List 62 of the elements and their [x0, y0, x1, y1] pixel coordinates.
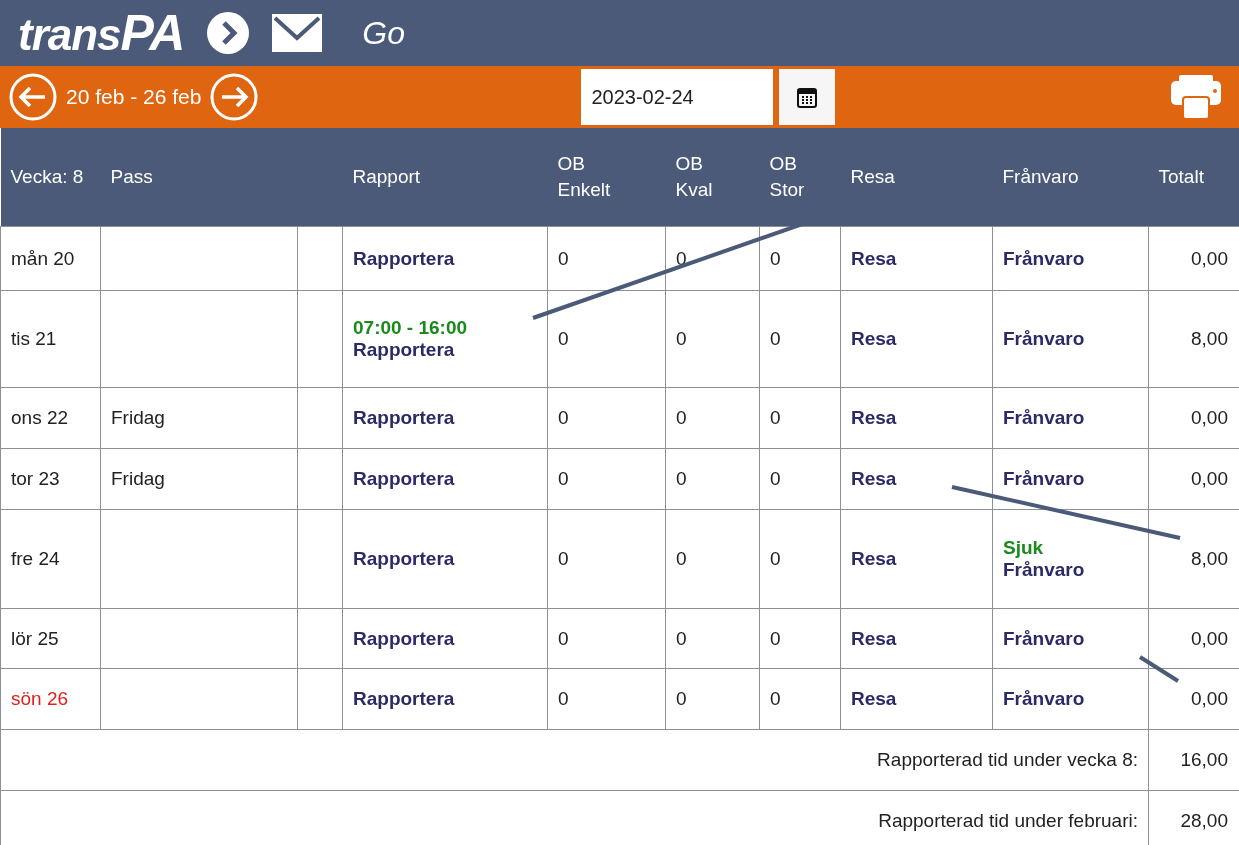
column-header: OB Kval: [675, 153, 713, 200]
table-cell: 0: [547, 448, 666, 510]
report-time: 07:00 - 16:00: [353, 317, 469, 339]
summary-label: Rapporterad tid under vecka 8:: [0, 729, 1149, 791]
column-header: Totalt: [1158, 166, 1204, 188]
report-link[interactable]: Rapportera: [353, 339, 537, 361]
arrow-circle-icon[interactable]: [206, 11, 251, 55]
table-cell: 0: [665, 290, 760, 388]
summary-label: Rapporterad tid under februari:: [0, 790, 1149, 845]
column-header: Pass: [110, 166, 153, 188]
table-cell: 0: [547, 226, 666, 291]
table-cell: Fridag: [100, 448, 298, 510]
table-cell: 0: [665, 509, 760, 609]
table-cell: 0: [665, 668, 760, 730]
logo: transPA: [18, 8, 185, 58]
table-cell: 0: [759, 668, 841, 730]
absence-link[interactable]: Frånvaro: [1003, 559, 1138, 581]
table-cell: 0: [547, 509, 666, 609]
table-cell: 0: [759, 226, 841, 291]
table-cell: 0: [759, 509, 841, 609]
week-range: 20 feb - 26 feb: [66, 85, 202, 109]
leader-line: [1138, 655, 1180, 683]
report-link[interactable]: Rapportera: [353, 548, 537, 570]
day-cell: fre 24: [0, 509, 101, 609]
table-cell: Fridag: [100, 387, 298, 449]
table-cell: 0: [759, 290, 841, 388]
column-header: Rapport: [352, 166, 421, 188]
day-cell: sön 26: [0, 668, 101, 730]
previous-week-button[interactable]: [8, 72, 58, 122]
mail-icon[interactable]: [272, 14, 323, 52]
calendar-icon: [797, 86, 818, 108]
column-header: OB Stor: [769, 153, 805, 200]
table-cell: 0: [665, 448, 760, 510]
total-cell: 0,00: [1148, 226, 1239, 291]
table-cell: 0: [547, 608, 666, 669]
absence-link[interactable]: Frånvaro: [1003, 328, 1138, 350]
table-cell: 0: [759, 387, 841, 449]
day-cell: ons 22: [0, 387, 101, 449]
table-cell: 0: [759, 608, 841, 669]
calendar-button[interactable]: [779, 69, 836, 125]
table-cell: 0: [547, 387, 666, 449]
date-field[interactable]: 2023-02-24: [581, 69, 774, 125]
next-week-button[interactable]: [209, 72, 260, 122]
day-cell: lör 25: [0, 608, 101, 669]
travel-link[interactable]: Resa: [851, 548, 982, 570]
day-cell: mån 20: [0, 226, 101, 291]
table-cell: 0: [547, 290, 666, 388]
column-header: Vecka: 8: [10, 166, 84, 188]
go-link[interactable]: Go: [362, 14, 406, 52]
column-header: Resa: [850, 166, 895, 188]
day-cell: tor 23: [0, 448, 101, 510]
column-header: Frånvaro: [1002, 166, 1079, 188]
column-header: OB Enkelt: [557, 153, 611, 200]
table-cell: 0: [759, 448, 841, 510]
printer-icon[interactable]: [1171, 75, 1221, 119]
travel-link[interactable]: Resa: [851, 328, 982, 350]
absence-status: Sjuk: [1003, 537, 1045, 559]
table-cell: 0: [547, 668, 666, 730]
table-cell: 0: [665, 226, 760, 291]
table-cell: 0: [665, 387, 760, 449]
table-cell: 0: [665, 608, 760, 669]
day-cell: tis 21: [0, 290, 101, 388]
